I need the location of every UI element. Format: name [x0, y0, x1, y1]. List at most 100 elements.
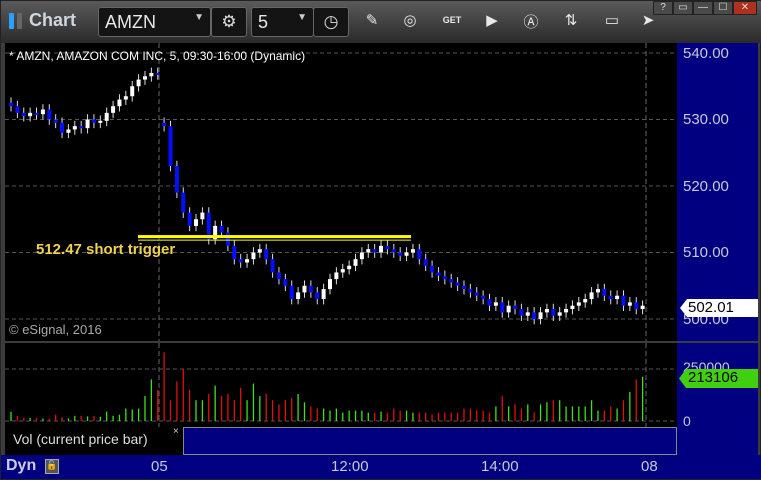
alert-icon[interactable]: Ⓐ	[520, 11, 542, 32]
logo-icon	[9, 13, 14, 29]
maximize-button[interactable]: ☐	[713, 1, 733, 15]
candle-body	[174, 166, 179, 193]
candle-body	[398, 252, 403, 256]
candle-body	[564, 309, 569, 313]
candle-body	[449, 279, 454, 283]
candle-body	[53, 119, 58, 123]
candle-body	[34, 112, 39, 115]
candle-body	[9, 102, 13, 107]
candle-body	[72, 126, 77, 130]
interval-input[interactable]: 5 ▼	[251, 7, 314, 37]
volume-tick: 0	[683, 413, 691, 429]
candle-body	[513, 305, 518, 310]
candle-body	[276, 272, 281, 280]
volume-pane[interactable]	[5, 343, 677, 427]
candle-body	[194, 219, 199, 226]
candle-body	[245, 259, 250, 263]
candle-body	[347, 265, 352, 270]
play-icon[interactable]: ▶	[481, 11, 503, 29]
candle-body	[551, 309, 556, 316]
candle-body	[589, 292, 594, 300]
pencil-icon[interactable]: ✎	[361, 11, 383, 29]
candle-body	[627, 302, 632, 306]
volume-legend[interactable]: Vol (current price bar) ×	[5, 426, 183, 455]
candle-body	[111, 106, 116, 113]
logo-icon-2	[17, 13, 22, 29]
candle-body	[98, 120, 103, 123]
chart-window: Chart AMZN ▼ ⚙ 5 ▼ ◷ ✎ ◎ GET ▶ Ⓐ ⇅ ▭ ➤ ? ▭…	[0, 0, 761, 480]
volume-plot	[5, 343, 677, 427]
candle-body	[461, 285, 466, 290]
candle-body	[634, 302, 639, 310]
settings-gear-icon[interactable]: ⚙	[211, 7, 247, 37]
candle-body	[296, 292, 301, 300]
candle-body	[79, 126, 84, 129]
price-tick: 520.00	[683, 178, 729, 195]
candle-body	[289, 285, 294, 300]
candle-body	[308, 285, 313, 293]
time-tick: 14:00	[481, 458, 519, 475]
candle-body	[238, 259, 243, 263]
current-price-label: 502.01	[680, 299, 758, 317]
price-axis[interactable]: 540.00 530.00 520.00 510.00 500.00 502.0…	[677, 43, 758, 341]
candle-body	[506, 305, 511, 313]
close-study-icon[interactable]: ×	[173, 426, 179, 437]
chevron-down-icon[interactable]: ▼	[194, 12, 204, 23]
candle-body	[264, 249, 269, 260]
minimize-button[interactable]: —	[693, 1, 713, 15]
candle-body	[519, 309, 524, 316]
symbol-value: AMZN	[105, 12, 156, 32]
candle-body	[359, 252, 364, 260]
candle-body	[353, 259, 358, 266]
candle-body	[608, 295, 613, 300]
candle-body	[557, 312, 562, 316]
help-button[interactable]: ?	[653, 1, 673, 15]
interval-value: 5	[258, 12, 269, 32]
candle-body	[251, 252, 256, 260]
candle-body	[142, 76, 147, 80]
get-icon[interactable]: GET	[441, 15, 463, 25]
candle-body	[615, 295, 620, 300]
candle-body	[187, 212, 192, 226]
price-tick: 530.00	[683, 111, 729, 128]
candle-body	[181, 192, 186, 213]
candle-body	[168, 126, 173, 167]
candle-body	[602, 289, 607, 296]
candle-body	[474, 292, 479, 296]
candle-body	[595, 289, 600, 293]
price-plot	[5, 43, 677, 341]
comment-icon[interactable]: ▭	[601, 11, 623, 29]
lock-icon[interactable]: 🔓	[45, 459, 59, 474]
candle-body	[66, 129, 71, 133]
candle-body	[404, 252, 409, 256]
candle-body	[219, 225, 224, 233]
candle-body	[430, 265, 435, 273]
clock-icon[interactable]: ◷	[313, 7, 349, 37]
symbol-input[interactable]: AMZN ▼	[98, 7, 211, 37]
candle-body	[47, 109, 52, 120]
candle-body	[570, 305, 575, 310]
restore-link-button[interactable]: ▭	[673, 1, 693, 15]
time-axis[interactable]: Dyn 🔓 05 12:00 14:00 08	[1, 455, 761, 479]
candle-body	[468, 289, 473, 293]
candle-body	[532, 312, 537, 319]
price-tick: 540.00	[683, 45, 729, 62]
price-chart[interactable]: * AMZN, AMAZON COM INC, 5, 09:30-16:00 (…	[5, 43, 677, 341]
dynamic-mode-label[interactable]: Dyn	[6, 457, 36, 475]
candle-body	[487, 299, 492, 306]
candle-body	[481, 295, 486, 300]
candle-body	[436, 272, 441, 276]
close-button[interactable]: ✕	[733, 1, 757, 15]
chevron-down-icon[interactable]: ▼	[297, 12, 307, 23]
candle-body	[493, 302, 498, 306]
candle-body	[155, 72, 160, 75]
candle-body	[302, 285, 307, 293]
time-tick: 08	[641, 458, 658, 475]
link-icon[interactable]: ⇅	[560, 11, 582, 29]
candle-body	[130, 86, 135, 97]
candle-body	[583, 299, 588, 303]
candle-body	[417, 249, 422, 260]
trigger-annotation: 512.47 short trigger	[36, 241, 176, 258]
candle-body	[200, 212, 205, 220]
study-icon[interactable]: ◎	[399, 11, 421, 29]
